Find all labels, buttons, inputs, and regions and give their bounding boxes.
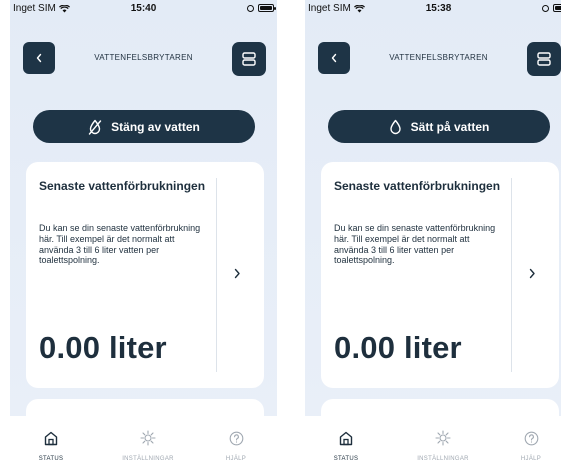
tab-bar: STATUS INSTÄLLNINGAR HJÄLP [10, 416, 277, 469]
tab-help[interactable]: HJÄLP [206, 430, 266, 462]
back-button[interactable] [23, 42, 55, 74]
help-icon [229, 430, 244, 446]
clock: 15:40 [130, 3, 157, 14]
tab-status[interactable]: STATUS [21, 430, 81, 462]
tab-help[interactable]: HJÄLP [501, 430, 561, 462]
tab-settings-label: INSTÄLLNINGAR [417, 456, 469, 462]
tab-help-label: HJÄLP [225, 456, 247, 462]
chevron-right-icon[interactable] [526, 266, 538, 280]
water-off-button-label: Stäng av vatten [111, 119, 200, 134]
page-title: VATTENFELSBRYTAREN [389, 53, 488, 62]
page-title: VATTENFELSBRYTAREN [94, 53, 193, 62]
usage-value: 0.00 liter [39, 330, 167, 365]
tab-bar: STATUS INSTÄLLNINGAR HJÄLP [305, 416, 561, 469]
usage-card-title: Senaste vattenförbrukningen [334, 179, 501, 193]
tab-help-label: HJÄLP [520, 456, 542, 462]
gear-icon [140, 430, 156, 446]
home-icon [339, 430, 353, 446]
header: VATTENFELSBRYTAREN [10, 42, 277, 76]
water-drop-icon [389, 119, 401, 134]
clock: 15:38 [425, 3, 452, 14]
status-bar: Inget SIM 15:38 [305, 0, 561, 26]
usage-value: 0.00 liter [334, 330, 462, 365]
gear-icon [435, 430, 451, 446]
header: VATTENFELSBRYTAREN [305, 42, 561, 76]
tab-settings[interactable]: INSTÄLLNINGAR [118, 430, 178, 462]
water-off-icon [88, 119, 102, 135]
tab-settings-label: INSTÄLLNINGAR [122, 456, 174, 462]
server-icon [242, 52, 256, 66]
device-menu-button[interactable] [232, 42, 266, 76]
alarm-icon [542, 4, 549, 12]
tab-status[interactable]: STATUS [316, 430, 376, 462]
alarm-icon [247, 4, 254, 12]
card-divider [216, 178, 217, 372]
usage-card[interactable]: Senaste vattenförbrukningen Du kan se di… [321, 162, 559, 388]
usage-card-description: Du kan se din senaste vattenförbrukning … [39, 223, 201, 266]
usage-card-description: Du kan se din senaste vattenförbrukning … [334, 223, 496, 266]
tab-status-label: STATUS [38, 456, 64, 462]
status-bar: Inget SIM 15:40 [10, 0, 277, 26]
chevron-left-icon [331, 53, 337, 63]
battery-icon [553, 4, 561, 12]
tab-status-label: STATUS [333, 456, 359, 462]
back-button[interactable] [318, 42, 350, 74]
home-icon [44, 430, 58, 446]
card-divider [511, 178, 512, 372]
device-menu-button[interactable] [527, 42, 561, 76]
chevron-right-icon[interactable] [231, 266, 243, 280]
water-on-button[interactable]: Sätt på vatten [328, 110, 550, 143]
help-icon [524, 430, 539, 446]
water-off-button[interactable]: Stäng av vatten [33, 110, 255, 143]
usage-card-title: Senaste vattenförbrukningen [39, 179, 206, 193]
battery-icon [258, 4, 276, 12]
phone-screen-water-on: Inget SIM 15:40 VATTENFELSBRYTAREN Stäng… [10, 0, 277, 469]
phone-screen-water-off: Inget SIM 15:38 VATTENFELSBRYTAREN Sätt … [305, 0, 561, 469]
tab-settings[interactable]: INSTÄLLNINGAR [413, 430, 473, 462]
usage-card[interactable]: Senaste vattenförbrukningen Du kan se di… [26, 162, 264, 388]
water-on-button-label: Sätt på vatten [410, 119, 490, 134]
server-icon [537, 52, 551, 66]
chevron-left-icon [36, 53, 42, 63]
